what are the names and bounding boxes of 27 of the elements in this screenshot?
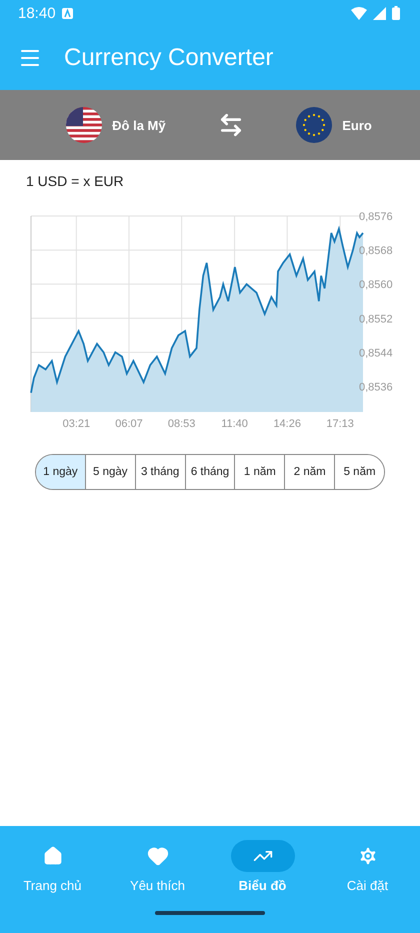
rate-label: 1 USD = x EUR [25, 172, 125, 189]
signal-icon [373, 6, 386, 20]
y-axis-label: 0,8576 [359, 211, 393, 223]
y-axis-label: 0,8560 [359, 279, 393, 292]
y-axis-label: 0,8536 [359, 381, 393, 394]
x-axis-label: 17:13 [326, 418, 354, 430]
currency-name[interactable]: Euro [342, 118, 372, 132]
us-flag-icon [66, 107, 102, 143]
heart-icon [146, 845, 168, 867]
app-title: Currency Converter [64, 44, 274, 72]
y-axis-label: 0,8568 [359, 245, 393, 258]
wifi-icon [351, 6, 367, 20]
x-axis-label: 08:53 [168, 418, 196, 430]
x-axis-label: 11:40 [221, 418, 248, 430]
x-axis-label: 14:26 [273, 418, 301, 430]
range-tab[interactable]: 1 ngày [36, 455, 85, 489]
x-axis-label: 03:21 [62, 418, 90, 430]
battery-icon [392, 6, 400, 20]
eu-flag-icon [296, 107, 332, 143]
currency-name[interactable]: Đô la Mỹ [112, 118, 166, 132]
y-axis-label: 0,8552 [359, 313, 393, 326]
y-axis-label: 0,8544 [359, 347, 393, 360]
x-axis-label: 06:07 [115, 418, 143, 430]
home-icon [42, 846, 62, 866]
range-tab[interactable]: 5 năm [334, 455, 384, 489]
notification-icon [62, 8, 73, 18]
status-time: 18:40 [18, 4, 56, 22]
